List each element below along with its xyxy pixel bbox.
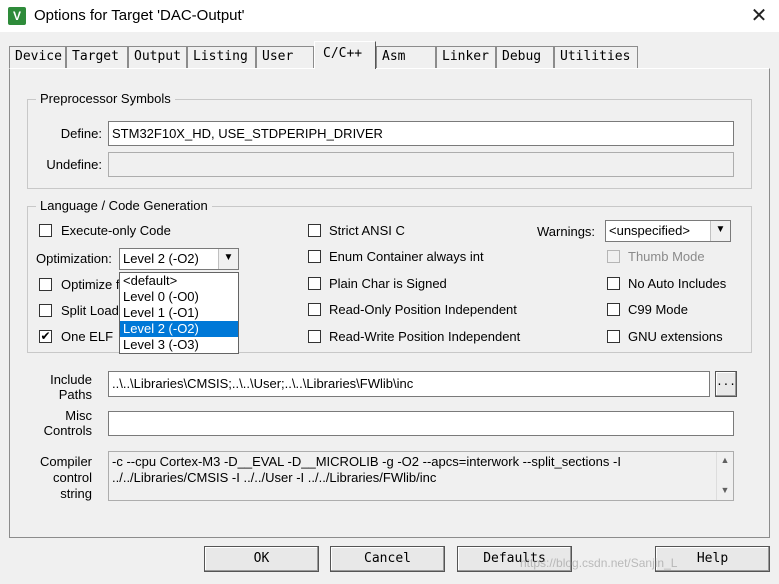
strict-ansi-checkbox[interactable] bbox=[308, 224, 321, 237]
undefine-label: Undefine: bbox=[46, 157, 102, 172]
compiler-control-label: Compiler control string bbox=[30, 454, 92, 502]
ro-pi-label: Read-Only Position Independent bbox=[329, 302, 517, 317]
thumb-mode-checkbox[interactable] bbox=[607, 250, 620, 263]
optimization-dropdown: <default> Level 0 (-O0) Level 1 (-O1) Le… bbox=[119, 272, 239, 354]
no-auto-includes-label: No Auto Includes bbox=[628, 276, 727, 291]
warnings-select[interactable]: <unspecified> ▼ bbox=[605, 220, 731, 242]
undefine-field[interactable] bbox=[108, 152, 734, 177]
compiler-line-2: ../../Libraries/CMSIS -I ../../User -I .… bbox=[112, 470, 437, 485]
option-level3[interactable]: Level 3 (-O3) bbox=[120, 337, 238, 353]
check-icon: ✔ bbox=[40, 329, 51, 343]
chevron-down-icon[interactable]: ▼ bbox=[710, 221, 730, 241]
plain-char-label: Plain Char is Signed bbox=[329, 276, 447, 291]
codegen-group-label: Language / Code Generation bbox=[36, 198, 212, 213]
gnu-ext-label: GNU extensions bbox=[628, 329, 723, 344]
misc-label-line2: Controls bbox=[43, 423, 92, 438]
tab-utilities[interactable]: Utilities bbox=[554, 46, 638, 68]
tab-debug[interactable]: Debug bbox=[496, 46, 554, 68]
ok-button[interactable]: OK bbox=[204, 546, 319, 572]
misc-controls-label: Misc Controls bbox=[30, 408, 92, 438]
tab-cpp[interactable]: C/C++ bbox=[314, 41, 376, 69]
rw-pi-checkbox[interactable] bbox=[308, 330, 321, 343]
thumb-mode-label: Thumb Mode bbox=[628, 249, 705, 264]
optimization-select[interactable]: Level 2 (-O2) ▼ bbox=[119, 248, 239, 270]
optimize-time-label: Optimize f bbox=[61, 277, 120, 292]
no-auto-includes-checkbox[interactable] bbox=[607, 277, 620, 290]
warnings-label: Warnings: bbox=[537, 224, 596, 239]
include-label-line1: Include bbox=[50, 372, 92, 387]
compiler-label-line3: string bbox=[60, 486, 92, 501]
option-default[interactable]: <default> bbox=[120, 273, 238, 289]
tab-listing[interactable]: Listing bbox=[187, 46, 256, 68]
include-label-line2: Paths bbox=[58, 387, 92, 402]
tab-linker[interactable]: Linker bbox=[436, 46, 496, 68]
execute-only-checkbox[interactable] bbox=[39, 224, 52, 237]
ro-pi-checkbox[interactable] bbox=[308, 303, 321, 316]
plain-char-checkbox[interactable] bbox=[308, 277, 321, 290]
one-elf-checkbox[interactable]: ✔ bbox=[39, 330, 52, 343]
compiler-line-1: -c --cpu Cortex-M3 -D__EVAL -D__MICROLIB… bbox=[112, 454, 621, 469]
preprocessor-group-label: Preprocessor Symbols bbox=[36, 91, 175, 106]
tab-target[interactable]: Target bbox=[66, 46, 128, 68]
option-level2[interactable]: Level 2 (-O2) bbox=[120, 321, 238, 337]
one-elf-label: One ELF bbox=[61, 329, 114, 344]
app-icon: V bbox=[8, 7, 26, 25]
tab-device[interactable]: Device bbox=[9, 46, 66, 68]
cancel-button[interactable]: Cancel bbox=[330, 546, 445, 572]
warnings-value: <unspecified> bbox=[609, 223, 690, 238]
optimize-time-checkbox[interactable] bbox=[39, 278, 52, 291]
include-paths-label: Include Paths bbox=[30, 372, 92, 402]
tab-user[interactable]: User bbox=[256, 46, 314, 68]
split-load-checkbox[interactable] bbox=[39, 304, 52, 317]
define-label: Define: bbox=[60, 126, 102, 141]
optimization-value: Level 2 (-O2) bbox=[123, 251, 199, 266]
close-icon[interactable]: ✕ bbox=[745, 3, 773, 29]
execute-only-label: Execute-only Code bbox=[61, 223, 171, 238]
define-field[interactable]: STM32F10X_HD, USE_STDPERIPH_DRIVER bbox=[108, 121, 734, 146]
watermark: https://blog.csdn.net/Sanjin_L bbox=[520, 556, 678, 570]
enum-container-label: Enum Container always int bbox=[329, 249, 484, 264]
rw-pi-label: Read-Write Position Independent bbox=[329, 329, 521, 344]
option-level1[interactable]: Level 1 (-O1) bbox=[120, 305, 238, 321]
browse-include-button[interactable]: ... bbox=[715, 371, 737, 397]
scroll-down-icon[interactable]: ▼ bbox=[717, 482, 733, 498]
compiler-scrollbar[interactable]: ▲ ▼ bbox=[716, 452, 733, 500]
gnu-ext-checkbox[interactable] bbox=[607, 330, 620, 343]
misc-controls-field[interactable] bbox=[108, 411, 734, 436]
tab-asm[interactable]: Asm bbox=[376, 46, 436, 68]
c99-mode-checkbox[interactable] bbox=[607, 303, 620, 316]
option-level0[interactable]: Level 0 (-O0) bbox=[120, 289, 238, 305]
compiler-label-line2: control bbox=[52, 470, 92, 485]
split-load-label: Split Load bbox=[61, 303, 119, 318]
window-title: Options for Target 'DAC-Output' bbox=[34, 7, 245, 24]
optimization-label: Optimization: bbox=[36, 251, 112, 266]
include-paths-field[interactable]: ..\..\Libraries\CMSIS;..\..\User;..\..\L… bbox=[108, 371, 710, 397]
compiler-label-line1: Compiler bbox=[39, 454, 92, 469]
scroll-up-icon[interactable]: ▲ bbox=[717, 452, 733, 468]
compiler-control-text[interactable]: -c --cpu Cortex-M3 -D__EVAL -D__MICROLIB… bbox=[108, 451, 734, 501]
strict-ansi-label: Strict ANSI C bbox=[329, 223, 405, 238]
enum-container-checkbox[interactable] bbox=[308, 250, 321, 263]
misc-label-line1: Misc bbox=[65, 408, 92, 423]
tab-output[interactable]: Output bbox=[128, 46, 187, 68]
chevron-down-icon[interactable]: ▼ bbox=[218, 249, 238, 269]
c99-mode-label: C99 Mode bbox=[628, 302, 688, 317]
